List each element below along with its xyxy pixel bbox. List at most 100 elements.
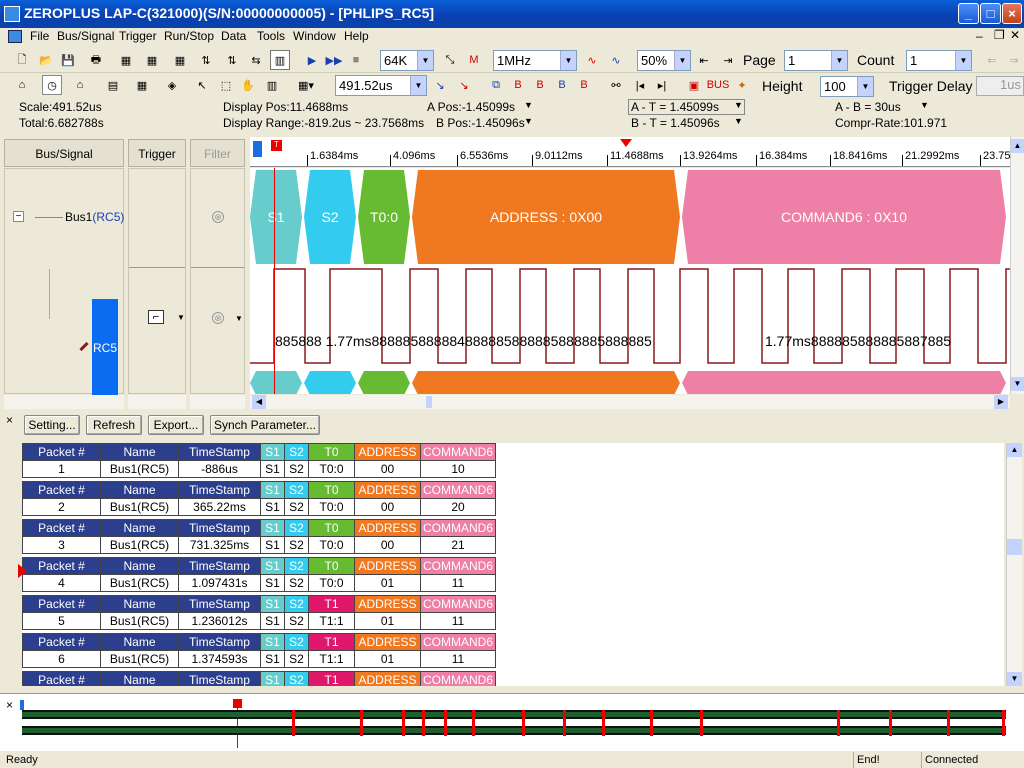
synch-parameter-button[interactable]: Synch Parameter... [210,415,320,435]
bar-a-icon[interactable]: B [508,75,528,95]
zoom-out-icon[interactable]: ⇥ [718,50,738,70]
menu-tools[interactable]: Tools [257,29,285,43]
wave-hscrollbar[interactable]: ◀ ▶ [250,395,1010,409]
bus-segment[interactable] [682,371,1006,394]
find-prev-icon[interactable]: |◂ [630,75,650,95]
stop-icon[interactable]: ■ [346,50,366,70]
grid-icon[interactable]: ▦ [170,50,190,70]
trigger-dropdown-icon[interactable]: ▼ [177,313,185,322]
trigger-cursor-line[interactable] [274,168,275,394]
home-icon[interactable]: ⌂ [12,75,32,95]
bus-segment[interactable]: ADDRESS : 0X00 [412,170,680,264]
bus-segment[interactable] [358,371,410,394]
height-select[interactable]: 100 ▼ [820,76,874,97]
count-select[interactable]: 1 ▼ [906,50,972,71]
scroll-right-icon[interactable]: ▶ [994,395,1008,409]
packet-row[interactable]: Packet # Name TimeStamp S1 S2 T0 ADDRESS… [22,443,497,478]
bus-segment[interactable]: COMMAND6 : 0X10 [682,170,1006,264]
a-pos-dropdown-icon[interactable]: ▼ [524,100,533,110]
packet-vscrollbar[interactable]: ▲ ▼ [1006,443,1022,686]
bar-d-icon[interactable]: B [574,75,594,95]
bus-hscrollbar[interactable] [4,395,124,409]
menu-window[interactable]: Window [293,29,336,43]
scroll-down-icon[interactable]: ▼ [1011,377,1024,391]
memory-select[interactable]: 64K ▼ [380,50,434,71]
bar-b-icon[interactable]: B [530,75,550,95]
open-icon[interactable]: 📂 [36,50,56,70]
packet-row[interactable]: Packet # Name TimeStamp S1 S2 T0 ADDRESS… [22,519,497,554]
scroll-up-icon[interactable]: ▲ [1011,139,1024,153]
edit-icon[interactable]: ▦ [142,50,162,70]
close-button[interactable]: × [1002,3,1022,24]
bus-segment[interactable]: T0:0 [358,170,410,264]
page-prev-icon[interactable]: ⇐ [982,50,1002,70]
b-t-dropdown-icon[interactable]: ▼ [734,116,743,126]
marker-icon[interactable]: M [464,50,484,70]
nav-icon[interactable]: ⌂ [70,75,90,95]
clock-icon[interactable]: ∿ [582,50,602,70]
select-icon[interactable]: ⬚ [216,75,236,95]
page-select[interactable]: 1 ▼ [784,50,848,71]
menu-data[interactable]: Data [221,29,246,43]
bus-signal-header[interactable]: Bus/Signal [4,139,124,167]
trigger-header[interactable]: Trigger [128,139,186,167]
hand-icon[interactable]: ✋ [238,75,258,95]
menu-bus-signal[interactable]: Bus/Signal [57,29,114,43]
trigger-marker-icon[interactable]: T [271,140,282,151]
bus-config-icon[interactable]: ✦ [732,75,752,95]
overview-panel[interactable]: × [0,693,1024,751]
cursor-down-icon[interactable]: ⇅ [222,50,242,70]
packet-scroll-thumb[interactable] [1007,539,1022,555]
time-icon[interactable]: ◷ [42,75,62,95]
run-repeat-icon[interactable]: ▶▶ [324,50,344,70]
waveform-view[interactable]: S1 S2 T0:0 ADDRESS : 0X00 COMMAND6 : 0X10 88… [250,168,1010,394]
a-b-dropdown-icon[interactable]: ▼ [920,100,929,110]
compress-icon[interactable]: ⤡ [440,50,460,70]
bus-setup-icon[interactable]: ▣ [684,75,704,95]
menu-file[interactable]: File [30,29,49,43]
time-select[interactable]: 491.52us ▼ [335,75,427,96]
save-icon[interactable]: 💾 [58,50,78,70]
bus-segment[interactable]: S2 [304,170,356,264]
bus-segment[interactable] [304,371,356,394]
a-t-dropdown-icon[interactable]: ▼ [734,100,743,110]
measure-icon[interactable]: ▥ [262,75,282,95]
bus-segment[interactable] [412,371,680,394]
bar-icon[interactable]: ⧉ [486,75,506,95]
find-icon[interactable]: ⚯ [606,75,626,95]
new-icon[interactable]: 🗋 [12,50,32,70]
filter-hscrollbar[interactable] [190,395,245,409]
trigger-delay-input[interactable]: 1us [976,76,1024,96]
packet-list[interactable]: Packet # Name TimeStamp S1 S2 T0 ADDRESS… [22,443,1004,686]
setting-button[interactable]: Setting... [24,415,80,435]
bar-c-icon[interactable]: B [552,75,572,95]
mdi-restore-icon[interactable]: ❐ [994,28,1005,42]
cursor-a-icon[interactable]: ↘ [430,75,450,95]
bus-segment[interactable]: S1 [250,170,302,264]
cursor-a-marker-icon[interactable] [253,141,262,157]
zoom-in-icon[interactable]: ⇤ [694,50,714,70]
scroll-left-icon[interactable]: ◀ [252,395,266,409]
cursor-b-icon[interactable]: ↘ [454,75,474,95]
packet-row[interactable]: Packet # Name TimeStamp S1 S2 T0 ADDRESS… [22,481,497,516]
b-pos-dropdown-icon[interactable]: ▼ [524,116,533,126]
pencil-icon[interactable] [79,341,89,352]
menu-help[interactable]: Help [344,29,369,43]
edge-trigger-icon[interactable]: ⌐ [148,310,164,324]
frequency-select[interactable]: 1MHz ▼ [493,50,577,71]
pointer-icon[interactable]: ↖ [192,75,212,95]
trigger-hscrollbar[interactable] [128,395,186,409]
bus1-label[interactable]: Bus1(RC5) [65,210,124,224]
print-icon[interactable]: 🖶 [86,50,106,70]
packet-row[interactable]: Packet # Name TimeStamp S1 S2 T0 ADDRESS… [22,557,497,592]
setup-icon[interactable]: ▦ [116,50,136,70]
panel-close-icon[interactable]: × [6,413,13,427]
mdi-close-icon[interactable]: ✕ [1010,28,1020,42]
grid-select-icon[interactable]: ▦▾ [296,75,316,95]
filter-header[interactable]: Filter [190,139,245,167]
packet-row[interactable]: Packet # Name TimeStamp S1 S2 T1 ADDRESS… [22,633,497,668]
signal-vscrollbar[interactable]: ▲ ▼ [1010,137,1024,394]
minimize-button[interactable]: _ [958,3,979,24]
run-icon[interactable]: ▶ [302,50,322,70]
filter-channel-icon[interactable]: ⊗ [212,312,224,324]
